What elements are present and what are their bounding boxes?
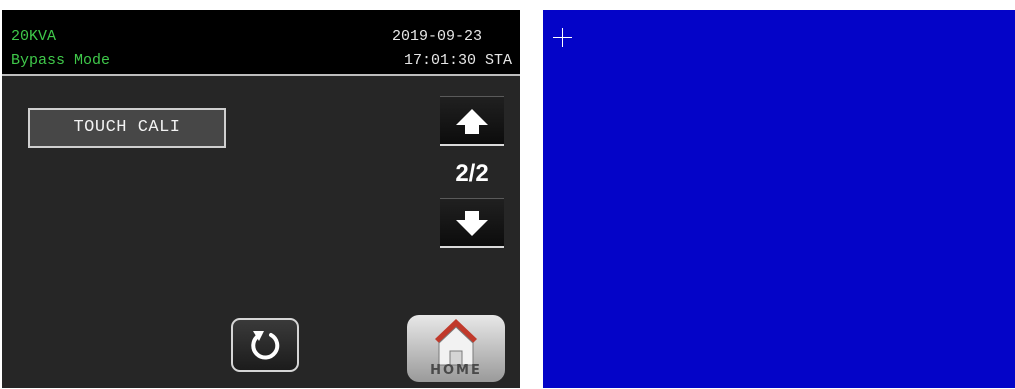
refresh-back-icon [251, 331, 280, 360]
page-up-button[interactable] [440, 96, 504, 146]
status-header: 20KVA Bypass Mode 2019-09-23 17:01:30 ST… [2, 10, 520, 76]
crosshair-icon[interactable] [553, 28, 572, 47]
page-down-button[interactable] [440, 198, 504, 248]
hmi-screen: 20KVA Bypass Mode 2019-09-23 17:01:30 ST… [2, 10, 520, 388]
home-button[interactable]: HOME [407, 315, 505, 382]
crosshair-vertical [562, 28, 563, 47]
arrow-down-icon [456, 211, 488, 236]
back-button[interactable] [231, 318, 299, 372]
page-indicator: 2/2 [455, 160, 489, 187]
arrow-up-icon [456, 109, 488, 134]
date-display: 2019-09-23 [391, 28, 482, 45]
time-display: 17:01:30 STA [403, 52, 512, 69]
home-label: HOME [430, 363, 482, 378]
touch-cali-button[interactable]: TOUCH CALI [28, 108, 226, 148]
calibration-screen[interactable] [543, 10, 1015, 388]
operating-mode: Bypass Mode [11, 52, 111, 69]
device-model: 20KVA [11, 28, 57, 45]
